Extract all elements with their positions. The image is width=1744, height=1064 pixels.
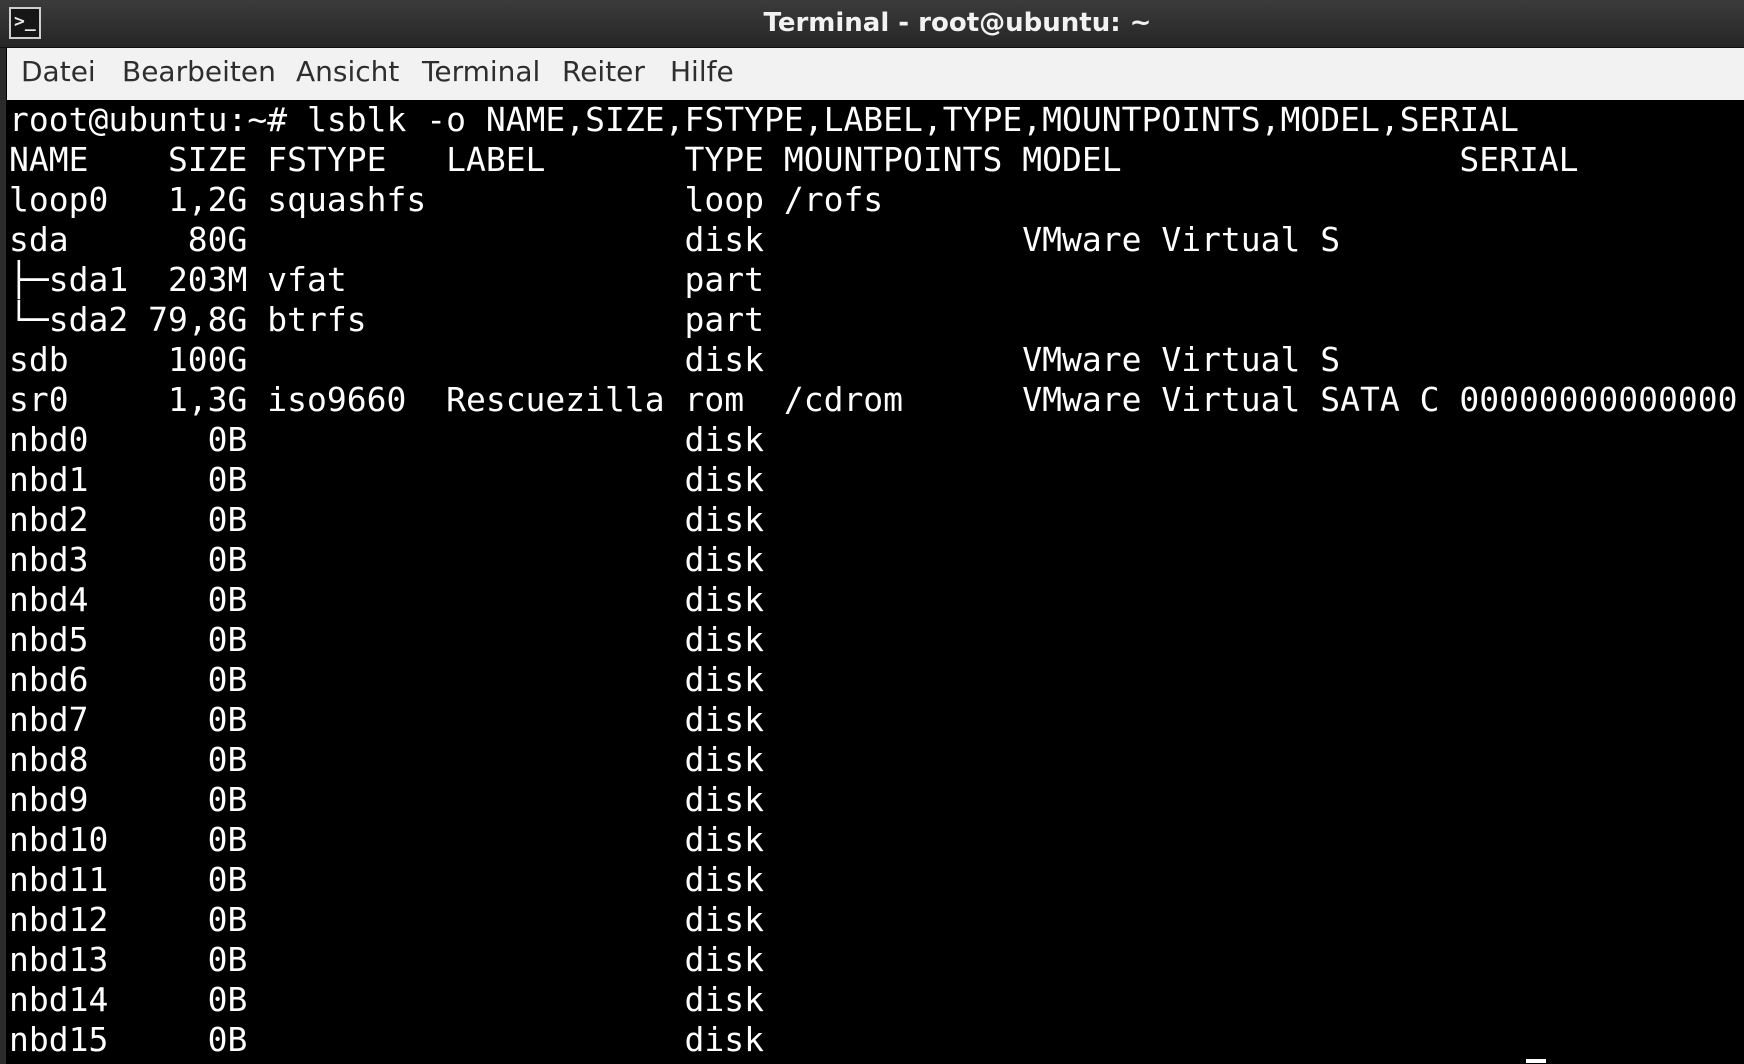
command-line: root@ubuntu:~# lsblk -o NAME,SIZE,FSTYPE… bbox=[9, 100, 1519, 140]
output-line: nbd0 0B disk bbox=[9, 420, 764, 459]
output-line: nbd3 0B disk bbox=[9, 540, 764, 579]
menu-ansicht[interactable]: Ansicht bbox=[296, 48, 399, 96]
window-title: Terminal - root@ubuntu: ~ bbox=[763, 8, 1152, 38]
output-line: nbd15 0B disk bbox=[9, 1020, 764, 1059]
output-line: sdb 100G disk VMware Virtual S bbox=[9, 340, 1341, 379]
terminal-area[interactable]: root@ubuntu:~# lsblk -o NAME,SIZE,FSTYPE… bbox=[9, 100, 1744, 1064]
output-line: nbd4 0B disk bbox=[9, 580, 764, 619]
output-line: nbd14 0B disk bbox=[9, 980, 764, 1019]
output-line: ├─sda1 203M vfat part bbox=[9, 260, 764, 299]
prompt: root@ubuntu:~# bbox=[9, 100, 308, 139]
output-line: sda 80G disk VMware Virtual S bbox=[9, 220, 1341, 259]
output-line: nbd8 0B disk bbox=[9, 740, 764, 779]
terminal-window: >_ Terminal - root@ubuntu: ~ Datei Bearb… bbox=[0, 0, 1744, 1064]
output-line: loop0 1,2G squashfs loop /rofs bbox=[9, 180, 884, 219]
command-text: lsblk -o NAME,SIZE,FSTYPE,LABEL,TYPE,MOU… bbox=[307, 100, 1519, 139]
output-line: sr0 1,3G iso9660 Rescuezilla rom /cdrom … bbox=[9, 380, 1738, 419]
output-header-line: NAME SIZE FSTYPE LABEL TYPE MOUNTPOINTS … bbox=[9, 140, 1579, 179]
text-cursor bbox=[1526, 1059, 1546, 1063]
menu-reiter[interactable]: Reiter bbox=[562, 48, 645, 96]
output-line: nbd10 0B disk bbox=[9, 820, 764, 859]
output-line: nbd7 0B disk bbox=[9, 700, 764, 739]
output-line: nbd2 0B disk bbox=[9, 500, 764, 539]
output-line: nbd11 0B disk bbox=[9, 860, 764, 899]
output-line: └─sda2 79,8G btrfs part bbox=[9, 300, 764, 339]
menu-datei[interactable]: Datei bbox=[21, 48, 96, 96]
menu-hilfe[interactable]: Hilfe bbox=[670, 48, 734, 96]
output-line: nbd1 0B disk bbox=[9, 460, 764, 499]
menu-bar: Datei Bearbeiten Ansicht Terminal Reiter… bbox=[7, 48, 1744, 100]
output-line: nbd12 0B disk bbox=[9, 900, 764, 939]
menu-terminal[interactable]: Terminal bbox=[422, 48, 540, 96]
window-frame bbox=[0, 48, 6, 1064]
title-bar[interactable]: >_ Terminal - root@ubuntu: ~ bbox=[0, 0, 1744, 48]
output-line: nbd5 0B disk bbox=[9, 620, 764, 659]
output-line: nbd13 0B disk bbox=[9, 940, 764, 979]
output-line: nbd6 0B disk bbox=[9, 660, 764, 699]
output-line: nbd9 0B disk bbox=[9, 780, 764, 819]
menu-bearbeiten[interactable]: Bearbeiten bbox=[122, 48, 276, 96]
